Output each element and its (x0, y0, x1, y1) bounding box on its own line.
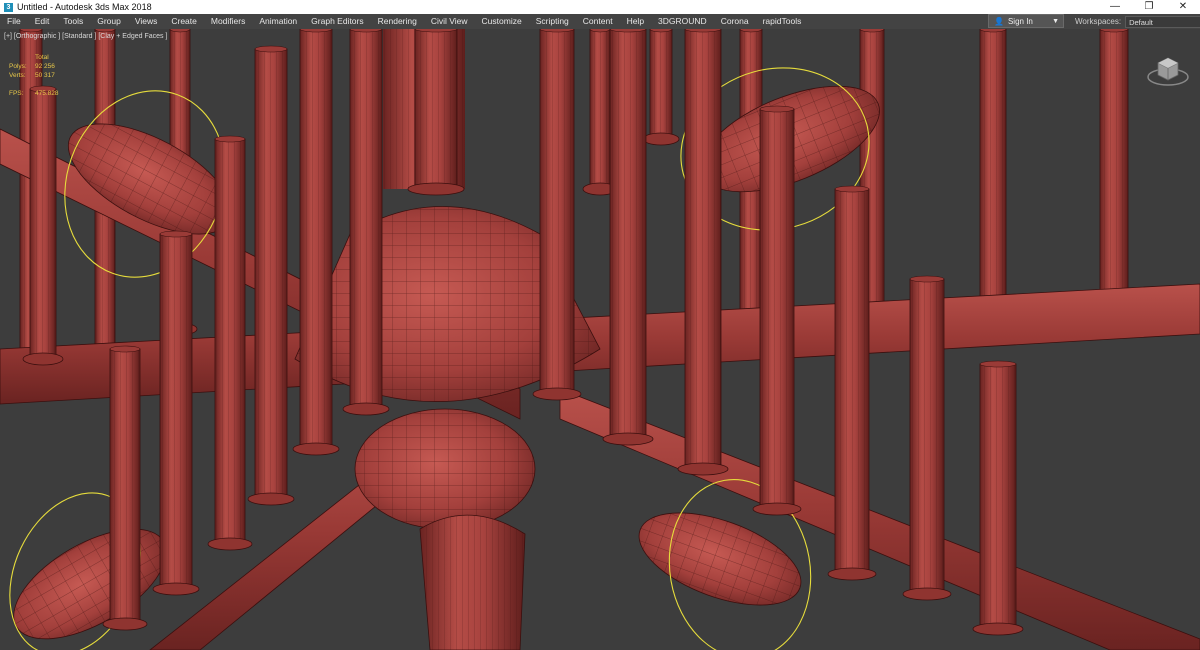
viewport-label[interactable]: [+] [Orthographic ] [Standard ] [Clay + … (4, 33, 167, 40)
foreground-post[interactable] (207, 135, 253, 551)
menu-animation[interactable]: Animation (252, 14, 304, 29)
fps-label: FPS: (9, 90, 24, 97)
menu-group[interactable]: Group (90, 14, 128, 29)
foreground-post[interactable] (247, 45, 295, 506)
sign-in-dropdown[interactable]: 👤 Sign In ▼ (988, 14, 1064, 28)
minimize-button[interactable]: — (1098, 0, 1132, 14)
menu-3dground[interactable]: 3DGROUND (651, 14, 714, 29)
foreground-post[interactable] (827, 185, 877, 581)
menu-modifiers[interactable]: Modifiers (204, 14, 252, 29)
foreground-post[interactable] (292, 29, 340, 456)
workspaces-dropdown[interactable]: Default (1125, 15, 1200, 28)
workspaces-label: Workspaces: (1075, 17, 1122, 26)
user-icon: 👤 (994, 16, 1004, 26)
menu-content[interactable]: Content (576, 14, 620, 29)
menu-customize[interactable]: Customize (475, 14, 529, 29)
background-post[interactable] (972, 29, 1014, 316)
foreground-post[interactable] (902, 275, 952, 601)
verts-label: Verts: (9, 72, 26, 79)
background-post[interactable] (642, 29, 680, 146)
chevron-down-icon: ▼ (1052, 17, 1059, 25)
menu-scripting[interactable]: Scripting (529, 14, 576, 29)
menu-rapidtools[interactable]: rapidTools (756, 14, 809, 29)
menu-rendering[interactable]: Rendering (371, 14, 424, 29)
statistics-overlay: Total Polys: 92 256 Verts: 50 317 FPS: 475.… (9, 53, 59, 98)
close-button[interactable]: ✕ (1166, 0, 1200, 14)
menu-views[interactable]: Views (128, 14, 165, 29)
window-controls: — ❐ ✕ (1098, 0, 1200, 14)
perspective-viewport[interactable]: [+] [Orthographic ] [Standard ] [Clay + … (0, 29, 1200, 650)
menu-file[interactable]: File (0, 14, 28, 29)
menu-tools[interactable]: Tools (56, 14, 90, 29)
window-title: Untitled - Autodesk 3ds Max 2018 (17, 2, 152, 12)
foreground-post[interactable] (152, 230, 200, 596)
scene-render[interactable] (0, 29, 1200, 650)
polys-label: Polys: (9, 63, 27, 70)
foreground-post[interactable] (407, 29, 465, 196)
menu-edit[interactable]: Edit (28, 14, 57, 29)
menu-help[interactable]: Help (620, 14, 651, 29)
viewcube-icon[interactable] (1146, 53, 1190, 87)
maximize-button[interactable]: ❐ (1132, 0, 1166, 14)
polys-value: 92 256 (35, 63, 55, 70)
menu-civil-view[interactable]: Civil View (424, 14, 475, 29)
foreground-post[interactable] (532, 29, 582, 401)
stats-header: Total (35, 54, 49, 61)
menu-corona[interactable]: Corona (714, 14, 756, 29)
menu-graph-editors[interactable]: Graph Editors (304, 14, 370, 29)
foreground-post[interactable] (752, 105, 802, 516)
title-bar: 3 Untitled - Autodesk 3ds Max 2018 — ❐ ✕ (0, 0, 1200, 14)
foreground-post[interactable] (602, 29, 654, 446)
background-post[interactable] (1092, 29, 1136, 306)
sign-in-label: Sign In (1007, 16, 1033, 26)
fps-value: 475.828 (35, 90, 59, 97)
verts-value: 50 317 (35, 72, 55, 79)
workspaces-selector: Workspaces: Default (1075, 14, 1200, 29)
foreground-post[interactable] (972, 360, 1024, 636)
foreground-post[interactable] (677, 29, 729, 476)
app-icon[interactable]: 3 (4, 2, 13, 12)
foreground-post[interactable] (342, 29, 390, 416)
menu-create[interactable]: Create (164, 14, 204, 29)
